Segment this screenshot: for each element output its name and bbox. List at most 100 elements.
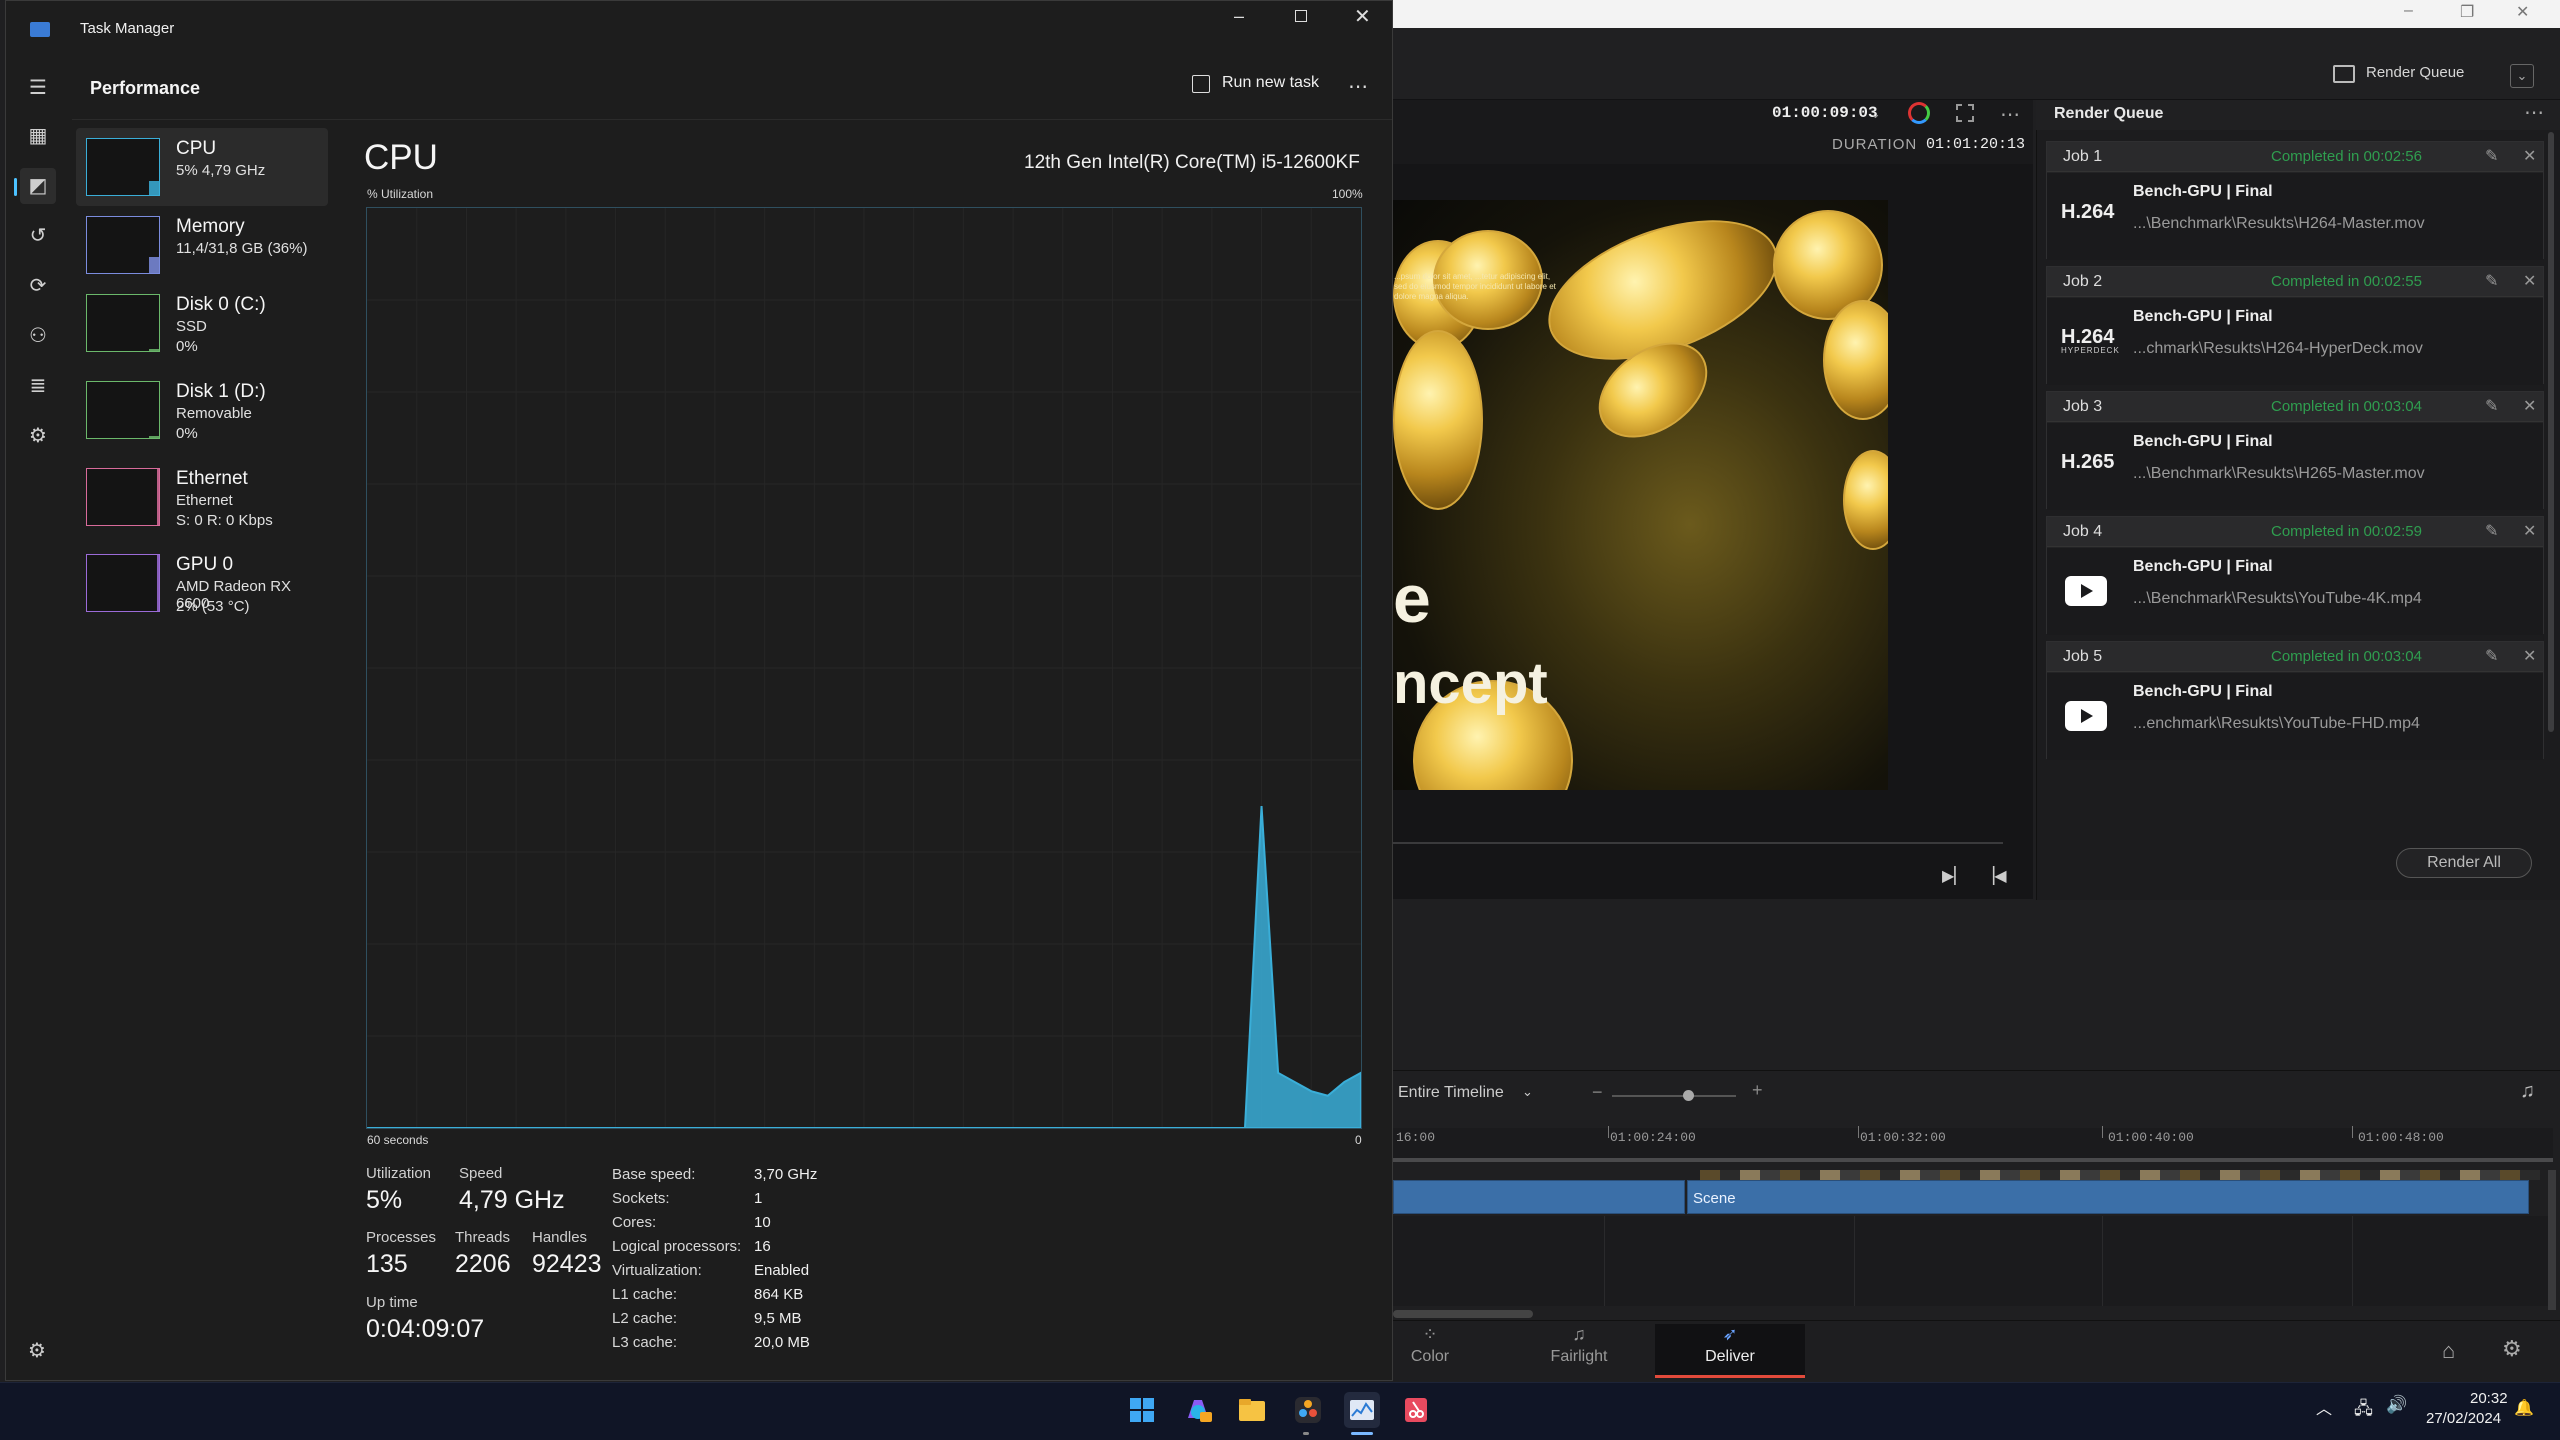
go-to-end-icon[interactable]: ▶▏: [1942, 866, 1967, 886]
app-history-icon[interactable]: ↺: [20, 218, 56, 254]
zoom-slider-handle[interactable]: [1683, 1090, 1694, 1101]
render-job[interactable]: Job 4 Completed in 00:02:59 ✎ ✕ Bench-GPU | …: [2046, 516, 2544, 635]
startup-apps-icon[interactable]: ⟳: [20, 268, 56, 304]
settings-icon[interactable]: ⚙: [28, 1338, 46, 1363]
render-job-body: H.265 Bench-GPU | Final ...\Benchmark\Resu…: [2047, 423, 2543, 510]
close-icon[interactable]: ✕: [2523, 271, 2536, 291]
audio-icon[interactable]: ♫: [2520, 1080, 2535, 1103]
timeline-vertical-scrollbar[interactable]: [2548, 1170, 2556, 1310]
sidebar-item-detail: 2% (53 °C): [176, 598, 250, 615]
clock-date[interactable]: 27/02/2024: [2426, 1410, 2501, 1427]
render-job-status: Completed in 00:02:59: [2271, 523, 2422, 540]
spec-label: Logical processors:: [612, 1238, 742, 1255]
fullscreen-icon[interactable]: [1956, 104, 1974, 122]
processes-icon[interactable]: ▦: [20, 118, 56, 154]
close-icon[interactable]: ✕: [2523, 146, 2536, 166]
viewer-timecode[interactable]: 01:00:09:03: [1772, 104, 1878, 122]
details-icon[interactable]: ≣: [20, 368, 56, 404]
render-queue-scrollbar[interactable]: [2548, 132, 2554, 732]
page-deliver[interactable]: ➶ Deliver: [1655, 1324, 1805, 1378]
zoom-out-icon[interactable]: −: [1592, 1082, 1603, 1103]
timeline-tracks[interactable]: [1393, 1216, 2553, 1306]
timeline-clip[interactable]: [1687, 1180, 2529, 1214]
performance-icon[interactable]: ◩: [20, 168, 56, 204]
chevron-down-icon[interactable]: ⌄: [1870, 106, 1881, 122]
minimize-button[interactable]: –: [1234, 6, 1244, 27]
close-button[interactable]: ✕: [1354, 4, 1371, 29]
edit-icon[interactable]: ✎: [2485, 271, 2498, 291]
video-overlay-text: ...psum dolor sit amet, ...tetur adipisc…: [1394, 272, 1556, 301]
close-icon[interactable]: ✕: [2523, 396, 2536, 416]
x-axis-right-label: 0: [1355, 1133, 1362, 1147]
render-job[interactable]: Job 5 Completed in 00:03:04 ✎ ✕ Bench-GPU | …: [2046, 641, 2544, 760]
home-icon[interactable]: ⌂: [2442, 1338, 2455, 1364]
spec-label: Virtualization:: [612, 1262, 702, 1279]
sidebar-item-gpu-0[interactable]: GPU 0 AMD Radeon RX 6600 2% (53 °C): [76, 544, 328, 622]
notifications-icon[interactable]: 🔔: [2514, 1398, 2534, 1418]
timeline-range-select[interactable]: Entire Timeline: [1398, 1084, 1504, 1102]
services-icon[interactable]: ⚙: [20, 418, 56, 454]
network-icon[interactable]: 🖧: [2354, 1396, 2373, 1425]
viewer-scrubber[interactable]: [1393, 842, 2003, 844]
close-icon[interactable]: ✕: [2523, 646, 2536, 666]
close-icon[interactable]: ✕: [2523, 521, 2536, 541]
edit-icon[interactable]: ✎: [2485, 146, 2498, 166]
render-queue-button[interactable]: Render Queue: [2366, 64, 2464, 81]
sidebar-item-cpu[interactable]: CPU 5% 4,79 GHz: [76, 128, 328, 206]
resolve-close-button[interactable]: ✕: [2516, 2, 2529, 22]
stat-label: Threads: [455, 1229, 511, 1246]
ruler-tick: [1608, 1126, 1609, 1138]
zoom-in-icon[interactable]: +: [1752, 1080, 1763, 1101]
sidebar-item-disk-0-c[interactable]: Disk 0 (C:) SSD 0%: [76, 284, 328, 362]
spec-value: Enabled: [754, 1262, 810, 1279]
more-options-icon[interactable]: ⋯: [2524, 100, 2544, 125]
page-fairlight[interactable]: ♫ Fairlight: [1504, 1324, 1654, 1378]
clock-time[interactable]: 20:32: [2470, 1390, 2508, 1407]
format-icon: H.264: [2061, 201, 2115, 223]
cpu-utilization-chart: [366, 207, 1362, 1129]
sidebar-item-memory[interactable]: Memory 11,4/31,8 GB (36%): [76, 206, 328, 284]
render-job-name: Job 5: [2063, 648, 2103, 665]
timeline-playhead-track[interactable]: [1393, 1158, 2553, 1162]
gear-icon[interactable]: ⚙: [2502, 1336, 2522, 1362]
stat-processes: 135: [366, 1250, 408, 1278]
render-job-path: ...enchmark\Resukts\YouTube-FHD.mp4: [2133, 715, 2420, 732]
mini-graph: [86, 216, 160, 274]
ruler-label: 16:00: [1396, 1130, 1436, 1145]
users-icon[interactable]: ⚇: [20, 318, 56, 354]
chevron-down-icon[interactable]: ⌄: [1522, 1084, 1533, 1100]
more-options-icon[interactable]: ⋯: [2000, 102, 2021, 127]
zoom-slider[interactable]: [1612, 1095, 1736, 1097]
task-manager-icon[interactable]: [1344, 1392, 1380, 1428]
render-job[interactable]: Job 1 Completed in 00:02:56 ✎ ✕ H.264 Bench-G…: [2046, 141, 2544, 260]
render-job[interactable]: Job 3 Completed in 00:03:04 ✎ ✕ H.265 Bench-G…: [2046, 391, 2544, 510]
show-hidden-icons-icon[interactable]: ︿: [2316, 1395, 2332, 1419]
sidebar-item-ethernet[interactable]: Ethernet Ethernet S: 0 R: 0 Kbps: [76, 458, 328, 536]
maximize-button[interactable]: [1295, 10, 1307, 22]
resolve-maximize-button[interactable]: ❐: [2460, 2, 2474, 22]
snipping-tool-icon[interactable]: [1398, 1392, 1434, 1428]
hamburger-menu-icon[interactable]: ☰: [20, 70, 56, 106]
go-to-start-icon[interactable]: ▕◀: [1982, 866, 2007, 886]
stat-handles: 92423: [532, 1250, 602, 1278]
sidebar-item-disk-1-d[interactable]: Disk 1 (D:) Removable 0%: [76, 371, 328, 449]
color-viewer-icon[interactable]: [1908, 102, 1930, 124]
volume-icon[interactable]: 🔊: [2386, 1395, 2407, 1415]
render-all-button[interactable]: Render All: [2396, 848, 2532, 878]
file-explorer-icon[interactable]: [1234, 1392, 1270, 1428]
start-icon[interactable]: [1124, 1392, 1160, 1428]
timeline-horizontal-scrollbar[interactable]: [1393, 1310, 1533, 1318]
resolve-minimize-button[interactable]: –: [2404, 2, 2413, 20]
format-icon: H.265: [2061, 451, 2115, 473]
edit-icon[interactable]: ✎: [2485, 396, 2498, 416]
render-job-path: ...chmark\Resukts\H264-HyperDeck.mov: [2133, 340, 2423, 357]
more-options-icon[interactable]: ⋯: [1348, 74, 1368, 99]
davinci-resolve-icon[interactable]: [1290, 1392, 1326, 1428]
copilot-icon[interactable]: [1180, 1392, 1216, 1428]
chevron-down-icon[interactable]: ⌄: [2510, 64, 2534, 88]
edit-icon[interactable]: ✎: [2485, 521, 2498, 541]
timeline-clip[interactable]: [1393, 1180, 1685, 1214]
render-job[interactable]: Job 2 Completed in 00:02:55 ✎ ✕ H.264 HYPERDE…: [2046, 266, 2544, 385]
edit-icon[interactable]: ✎: [2485, 646, 2498, 666]
run-new-task-button[interactable]: Run new task: [1222, 74, 1319, 92]
